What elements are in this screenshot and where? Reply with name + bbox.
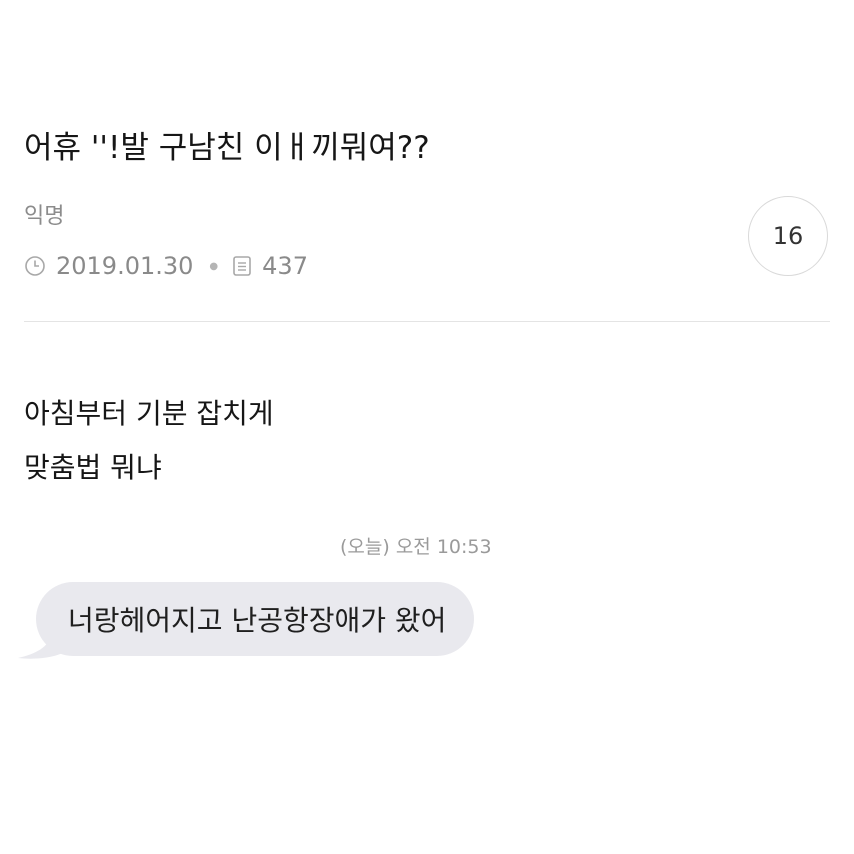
post-body-line: 아침부터 기분 잡치게: [24, 397, 274, 430]
chat-timestamp: (오늘) 오전 10:53: [340, 536, 492, 558]
clock-icon: [25, 256, 45, 276]
divider: [24, 321, 830, 322]
post-title: 어휴 ''!발 구남친 이ㅐ끼뭐여??: [24, 130, 430, 166]
view-count: 437: [262, 252, 308, 280]
post-date: 2019.01.30: [56, 252, 194, 280]
post-page: 어휴 ''!발 구남친 이ㅐ끼뭐여?? 익명 2019.01.30 ● 437 …: [0, 0, 854, 854]
author-name: 익명: [24, 204, 65, 229]
meta-separator: ●: [209, 260, 219, 272]
comment-count-button[interactable]: 16: [748, 196, 828, 276]
chat-message: 너랑헤어지고 난공항장애가 왔어: [14, 580, 544, 662]
document-icon: [233, 256, 251, 276]
post-meta: 2019.01.30 ● 437: [24, 250, 308, 282]
post-body-line: 맞춤법 뭐냐: [24, 451, 162, 484]
chat-bubble: 너랑헤어지고 난공항장애가 왔어: [36, 582, 475, 656]
